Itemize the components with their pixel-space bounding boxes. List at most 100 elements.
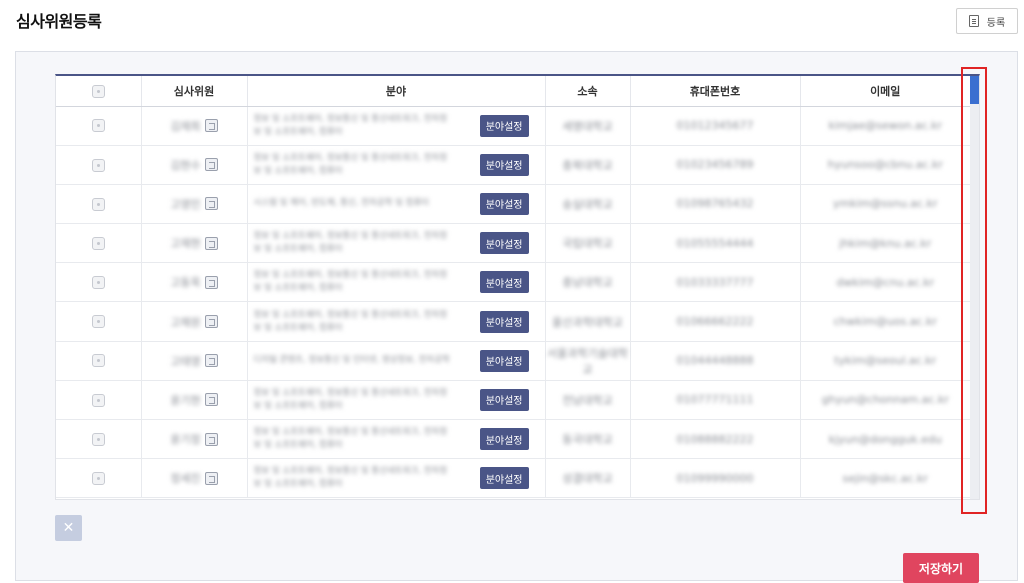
table-row[interactable]: 고영민 시스템 및 제어, 반도체, 통신, 전자공학 및 컴퓨터 분야설정 숭…	[56, 184, 970, 225]
judge-detail-icon[interactable]	[204, 275, 218, 289]
judge-detail-icon[interactable]	[204, 471, 218, 485]
org-text: 울산과학대학교	[552, 315, 623, 329]
field-settings-button[interactable]: 분야설정	[479, 349, 529, 372]
org-cell: 전남대학교	[545, 380, 631, 421]
row-select-cell[interactable]	[56, 145, 142, 185]
row-select-cell[interactable]	[56, 262, 142, 303]
row-checkbox[interactable]	[91, 315, 105, 329]
row-select-cell[interactable]	[56, 419, 142, 460]
email-text: chwkim@uos.ac.kr	[833, 315, 937, 329]
row-select-cell[interactable]	[56, 458, 142, 499]
field-settings-button[interactable]: 분야설정	[479, 388, 529, 411]
row-select-cell[interactable]	[56, 184, 142, 225]
judge-detail-icon[interactable]	[204, 158, 218, 172]
judge-name: 김현수	[170, 158, 201, 172]
field-text: 디지털 콘텐츠, 정보통신 및 인터넷, 영상정보, 전자공학	[253, 355, 450, 366]
header-org: 소속	[545, 76, 631, 107]
delete-button[interactable]: ✕	[55, 515, 82, 541]
row-checkbox[interactable]	[91, 393, 105, 407]
row-select-cell[interactable]	[56, 341, 142, 381]
scrollbar-thumb[interactable]	[970, 76, 979, 104]
row-checkbox[interactable]	[91, 472, 105, 486]
page-title: 심사위원등록	[16, 12, 102, 31]
table-row[interactable]: 윤기정 정보 및 소프트웨어, 정보통신 및 통신네트워크, 전자정보 및 소프…	[56, 419, 970, 460]
org-text: 전남대학교	[562, 393, 613, 407]
email-text: dwkim@cnu.ac.kr	[836, 275, 935, 289]
org-text: 숭실대학교	[562, 197, 613, 211]
field-text: 시스템 및 제어, 반도체, 통신, 전자공학 및 컴퓨터	[253, 198, 430, 209]
judge-detail-icon[interactable]	[204, 315, 218, 329]
email-cell: sejin@skc.ac.kr	[800, 458, 970, 499]
judge-name: 윤기정	[170, 433, 201, 447]
judge-name: 고재현	[170, 237, 201, 251]
phone-text: 01012345677	[676, 119, 754, 133]
field-cell: 정보 및 소프트웨어, 정보통신 및 통신네트워크, 전자정보 및 소프트웨어,…	[247, 458, 546, 499]
phone-cell: 01012345677	[630, 106, 801, 146]
judge-detail-icon[interactable]	[204, 236, 218, 250]
phone-cell: 01023456789	[630, 145, 801, 185]
row-checkbox[interactable]	[91, 276, 105, 290]
judge-cell: 정세진	[141, 458, 248, 499]
row-select-cell[interactable]	[56, 380, 142, 421]
org-cell: 동국대학교	[545, 419, 631, 460]
row-checkbox[interactable]	[91, 432, 105, 446]
email-cell: ghyun@chonnam.ac.kr	[800, 380, 970, 421]
save-button[interactable]: 저장하기	[903, 553, 979, 583]
row-select-cell[interactable]	[56, 106, 142, 146]
row-checkbox[interactable]	[91, 197, 105, 211]
phone-cell: 01044448888	[630, 341, 801, 381]
judge-detail-icon[interactable]	[204, 197, 218, 211]
field-settings-button[interactable]: 분야설정	[479, 153, 529, 176]
field-cell: 정보 및 소프트웨어, 정보통신 및 통신네트워크, 전자정보 및 소프트웨어,…	[247, 223, 546, 264]
field-cell: 정보 및 소프트웨어, 정보통신 및 통신네트워크, 전자정보 및 소프트웨어,…	[247, 106, 546, 146]
field-text: 정보 및 소프트웨어, 정보통신 및 통신네트워크, 전자정보 및 소프트웨어,…	[253, 270, 448, 294]
phone-text: 01055554444	[676, 236, 754, 250]
header-select-all[interactable]	[56, 76, 142, 107]
table-row[interactable]: 고채원 정보 및 소프트웨어, 정보통신 및 통신네트워크, 전자정보 및 소프…	[56, 301, 970, 342]
field-settings-button[interactable]: 분야설정	[479, 232, 529, 255]
row-checkbox[interactable]	[91, 236, 105, 250]
email-text: sejin@skc.ac.kr	[842, 471, 928, 485]
org-cell: 서울과학기술대학교	[545, 341, 631, 381]
field-text: 정보 및 소프트웨어, 정보통신 및 통신네트워크, 전자정보 및 소프트웨어,…	[253, 309, 448, 333]
email-text: ghyun@chonnam.ac.kr	[821, 393, 949, 407]
register-button-label: 등록	[986, 17, 1006, 29]
field-settings-button[interactable]: 분야설정	[479, 114, 529, 137]
org-text: 충남대학교	[562, 276, 613, 290]
judges-panel: 심사위원 분야 소속 휴대폰번호 이메일 김재희 정보 및 소프트웨어, 정보통…	[15, 51, 1018, 581]
field-text: 정보 및 소프트웨어, 정보통신 및 통신네트워크, 전자정보 및 소프트웨어,…	[253, 152, 448, 176]
table-row[interactable]: 고태영 디지털 콘텐츠, 정보통신 및 인터넷, 영상정보, 전자공학 분야설정 …	[56, 341, 970, 381]
phone-cell: 01088882222	[630, 419, 801, 460]
table-row[interactable]: 정세진 정보 및 소프트웨어, 정보통신 및 통신네트워크, 전자정보 및 소프…	[56, 458, 970, 499]
row-checkbox[interactable]	[91, 354, 105, 368]
header-phone: 휴대폰번호	[630, 76, 801, 107]
row-checkbox[interactable]	[91, 158, 105, 172]
field-text: 정보 및 소프트웨어, 정보통신 및 통신네트워크, 전자정보 및 소프트웨어,…	[253, 231, 448, 255]
judge-detail-icon[interactable]	[204, 432, 218, 446]
table-row[interactable]: 김재희 정보 및 소프트웨어, 정보통신 및 통신네트워크, 전자정보 및 소프…	[56, 106, 970, 146]
org-text: 국립대학교	[562, 237, 613, 251]
row-checkbox[interactable]	[91, 119, 105, 133]
table-row[interactable]: 윤기현 정보 및 소프트웨어, 정보통신 및 통신네트워크, 전자정보 및 소프…	[56, 380, 970, 421]
table-row[interactable]: 고동욱 정보 및 소프트웨어, 정보통신 및 통신네트워크, 전자정보 및 소프…	[56, 262, 970, 303]
judge-cell: 윤기정	[141, 419, 248, 460]
row-select-cell[interactable]	[56, 301, 142, 342]
judge-detail-icon[interactable]	[204, 119, 218, 133]
row-select-cell[interactable]	[56, 223, 142, 264]
select-all-checkbox[interactable]	[91, 84, 105, 98]
table-row[interactable]: 김현수 정보 및 소프트웨어, 정보통신 및 통신네트워크, 전자정보 및 소프…	[56, 145, 970, 185]
field-settings-button[interactable]: 분야설정	[479, 192, 529, 215]
register-button[interactable]: 등록	[956, 8, 1018, 34]
vertical-scrollbar[interactable]	[970, 76, 979, 499]
judge-detail-icon[interactable]	[204, 393, 218, 407]
judge-name: 고채원	[170, 315, 201, 329]
field-settings-button[interactable]: 분야설정	[479, 428, 529, 451]
field-cell: 정보 및 소프트웨어, 정보통신 및 통신네트워크, 전자정보 및 소프트웨어,…	[247, 301, 546, 342]
field-settings-button[interactable]: 분야설정	[479, 467, 529, 490]
field-settings-button[interactable]: 분야설정	[479, 310, 529, 333]
org-text: 서울과학기술대학교	[547, 346, 628, 376]
email-cell: kimjae@sewon.ac.kr	[800, 106, 970, 146]
field-settings-button[interactable]: 분야설정	[479, 271, 529, 294]
judge-detail-icon[interactable]	[204, 354, 218, 368]
table-row[interactable]: 고재현 정보 및 소프트웨어, 정보통신 및 통신네트워크, 전자정보 및 소프…	[56, 223, 970, 264]
